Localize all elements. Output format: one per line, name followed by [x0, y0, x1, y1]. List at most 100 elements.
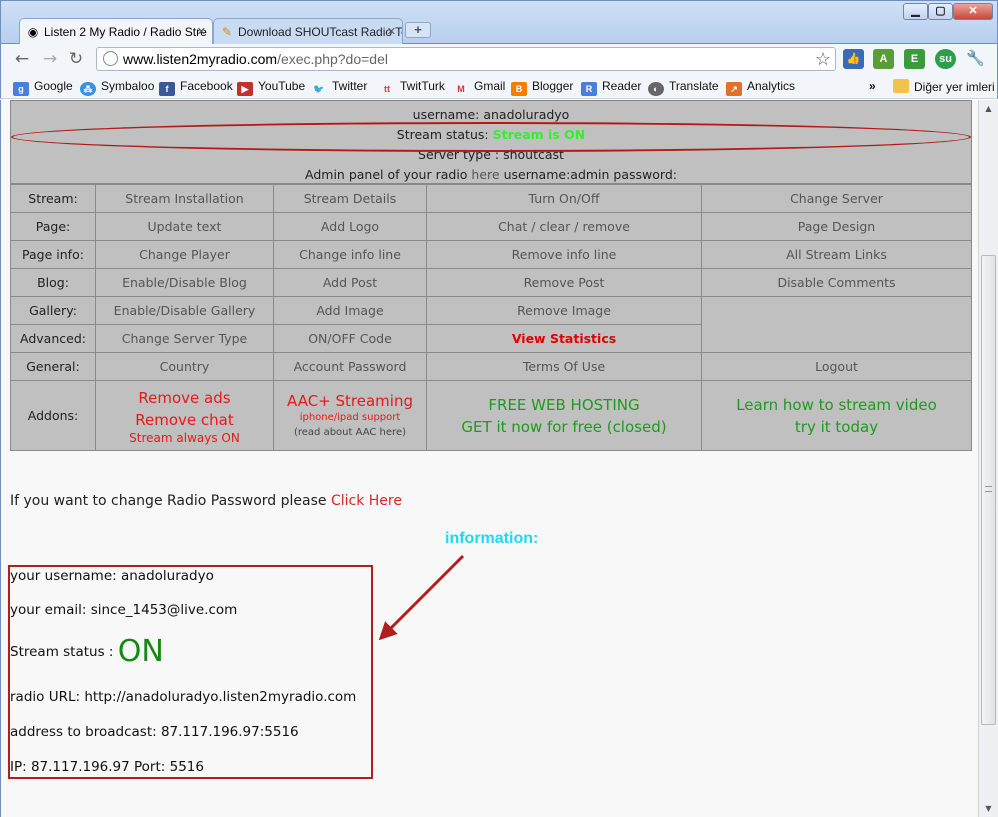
add-image-link[interactable]: Add Image [273, 296, 427, 325]
menu-label: Addons: [10, 380, 96, 451]
menu-label: Page: [10, 212, 96, 241]
reload-icon[interactable]: ↻ [65, 48, 87, 70]
bookmark-analytics[interactable]: ↗ Analytics [726, 79, 795, 96]
bookmark-translate[interactable]: ◐ Translate [648, 79, 719, 96]
info-stream-status: Stream status : ON [10, 634, 164, 669]
bookmark-star-icon[interactable]: ☆ [815, 48, 831, 70]
close-window-button[interactable]: ✕ [953, 3, 993, 20]
bookmark-twitturk[interactable]: tt TwitTurk [379, 79, 445, 96]
gmail-icon: M [457, 84, 465, 94]
info-email: your email: since_1453@live.com [10, 602, 238, 618]
chat-clear-remove-link[interactable]: Chat / clear / remove [426, 212, 702, 241]
tab-listen2myradio[interactable]: ◉ Listen 2 My Radio / Radio Stre ✕ [19, 18, 213, 45]
stream-installation-link[interactable]: Stream Installation [95, 184, 274, 213]
scroll-up-arrow-icon[interactable]: ▲ [981, 101, 996, 116]
bookmark-symbaloo[interactable]: ⁂ Symbaloo [80, 79, 154, 96]
browser-toolbar: ← → ↻ www.listen2myradio.com/exec.php?do… [0, 44, 998, 74]
bookmark-google[interactable]: g Google [13, 79, 73, 96]
iphone-support-text: iphone/ipad support [299, 411, 401, 423]
change-password-line: If you want to change Radio Password ple… [10, 493, 402, 509]
turn-on-off-link[interactable]: Turn On/Off [426, 184, 702, 213]
analytics-icon: ↗ [726, 82, 742, 96]
maximize-button[interactable]: ▢ [928, 3, 953, 20]
username-line: username: anadoluradyo [412, 107, 570, 122]
info-username: your username: anadoluradyo [10, 568, 214, 584]
stream-details-link[interactable]: Stream Details [273, 184, 427, 213]
scrollbar-thumb[interactable] [981, 255, 996, 725]
addon-video-cell: Learn how to stream video try it today [701, 380, 972, 451]
menu-label: Page info: [10, 240, 96, 269]
wrench-icon[interactable]: 🔧 [965, 49, 986, 69]
new-tab-button[interactable]: + [405, 22, 431, 38]
evernote-extension-icon[interactable]: E [904, 49, 925, 69]
remove-info-line-link[interactable]: Remove info line [426, 240, 702, 269]
tab-close-icon[interactable]: ✕ [387, 19, 396, 45]
disable-comments-link[interactable]: Disable Comments [701, 268, 972, 297]
remove-ads-link[interactable]: Remove ads [96, 387, 273, 409]
like-extension-icon[interactable]: 👍 [843, 49, 864, 69]
admin-here-link[interactable]: here [471, 167, 499, 182]
change-info-line-link[interactable]: Change info line [273, 240, 427, 269]
change-player-link[interactable]: Change Player [95, 240, 274, 269]
terms-of-use-link[interactable]: Terms Of Use [426, 352, 702, 381]
menu-row-addons: Addons: Remove ads Remove chat Stream al… [10, 380, 972, 451]
stream-on-indicator: ON [117, 634, 164, 669]
on-off-code-link[interactable]: ON/OFF Code [273, 324, 427, 353]
addon-aac-cell: AAC+ Streaming iphone/ipad support (read… [273, 380, 427, 451]
update-text-link[interactable]: Update text [95, 212, 274, 241]
menu-label: Gallery: [10, 296, 96, 325]
bookmark-facebook[interactable]: f Facebook [159, 79, 233, 96]
account-password-link[interactable]: Account Password [273, 352, 427, 381]
logout-link[interactable]: Logout [701, 352, 972, 381]
folder-icon [893, 79, 909, 93]
back-arrow-icon[interactable]: ← [11, 48, 33, 70]
vertical-scrollbar[interactable]: ▲ ▼ [978, 100, 998, 817]
add-logo-link[interactable]: Add Logo [273, 212, 427, 241]
enable-disable-gallery-link[interactable]: Enable/Disable Gallery [95, 296, 274, 325]
symbaloo-icon: ⁂ [80, 82, 96, 96]
info-broadcast-address: address to broadcast: 87.117.196.97:5516 [10, 724, 299, 740]
addon-hosting-cell: FREE WEB HOSTING GET it now for free (cl… [426, 380, 702, 451]
translate-extension-icon[interactable]: A [873, 49, 894, 69]
scroll-down-arrow-icon[interactable]: ▼ [981, 801, 996, 816]
other-bookmarks[interactable]: Diğer yer imleri [893, 79, 995, 95]
address-bar[interactable]: www.listen2myradio.com/exec.php?do=del ☆ [96, 47, 836, 71]
all-stream-links-link[interactable]: All Stream Links [701, 240, 972, 269]
change-server-link[interactable]: Change Server [701, 184, 972, 213]
remove-image-link[interactable]: Remove Image [426, 296, 702, 325]
stumbleupon-extension-icon[interactable]: su [935, 49, 956, 69]
tab-close-icon[interactable]: ✕ [197, 19, 206, 45]
shoutcast-favicon-icon: ✎ [221, 25, 233, 39]
bookmark-twitter[interactable]: 🐦 Twitter [311, 79, 367, 96]
page-design-link[interactable]: Page Design [701, 212, 972, 241]
radio-favicon-icon: ◉ [27, 25, 39, 39]
tab-shoutcast[interactable]: ✎ Download SHOUTcast Radio Tc ✕ [213, 18, 403, 45]
try-it-today-link[interactable]: try it today [702, 416, 971, 438]
forward-arrow-icon[interactable]: → [39, 48, 61, 70]
enable-disable-blog-link[interactable]: Enable/Disable Blog [95, 268, 274, 297]
bookmark-blogger[interactable]: B Blogger [511, 79, 573, 96]
tab-label: Download SHOUTcast Radio Tc [238, 25, 403, 39]
add-post-link[interactable]: Add Post [273, 268, 427, 297]
url-path: /exec.php?do=del [277, 51, 388, 67]
stream-always-on-link[interactable]: Stream always ON [96, 431, 273, 445]
change-server-type-link[interactable]: Change Server Type [95, 324, 274, 353]
view-statistics-link[interactable]: View Statistics [426, 324, 702, 353]
minimize-button[interactable]: ▁ [903, 3, 928, 20]
read-about-aac-link[interactable]: (read about AAC here) [274, 427, 426, 438]
bookmarks-overflow-chevron[interactable]: » [869, 79, 876, 94]
aac-streaming-link[interactable]: AAC+ Streaming [274, 390, 426, 412]
click-here-link[interactable]: Click Here [331, 493, 402, 509]
bookmark-gmail[interactable]: M Gmail [453, 79, 505, 96]
menu-row-page-info: Page info: Change Player Change info lin… [10, 240, 972, 269]
menu-label: General: [10, 352, 96, 381]
free-web-hosting-link[interactable]: FREE WEB HOSTING [427, 394, 701, 416]
get-it-now-link[interactable]: GET it now for free (closed) [427, 416, 701, 438]
country-link[interactable]: Country [95, 352, 274, 381]
remove-post-link[interactable]: Remove Post [426, 268, 702, 297]
learn-stream-video-link[interactable]: Learn how to stream video [702, 394, 971, 416]
remove-chat-link[interactable]: Remove chat [96, 409, 273, 431]
bookmark-youtube[interactable]: ▶ YouTube [237, 79, 305, 96]
red-arrow-annotation [378, 554, 465, 641]
bookmark-reader[interactable]: R Reader [581, 79, 641, 96]
